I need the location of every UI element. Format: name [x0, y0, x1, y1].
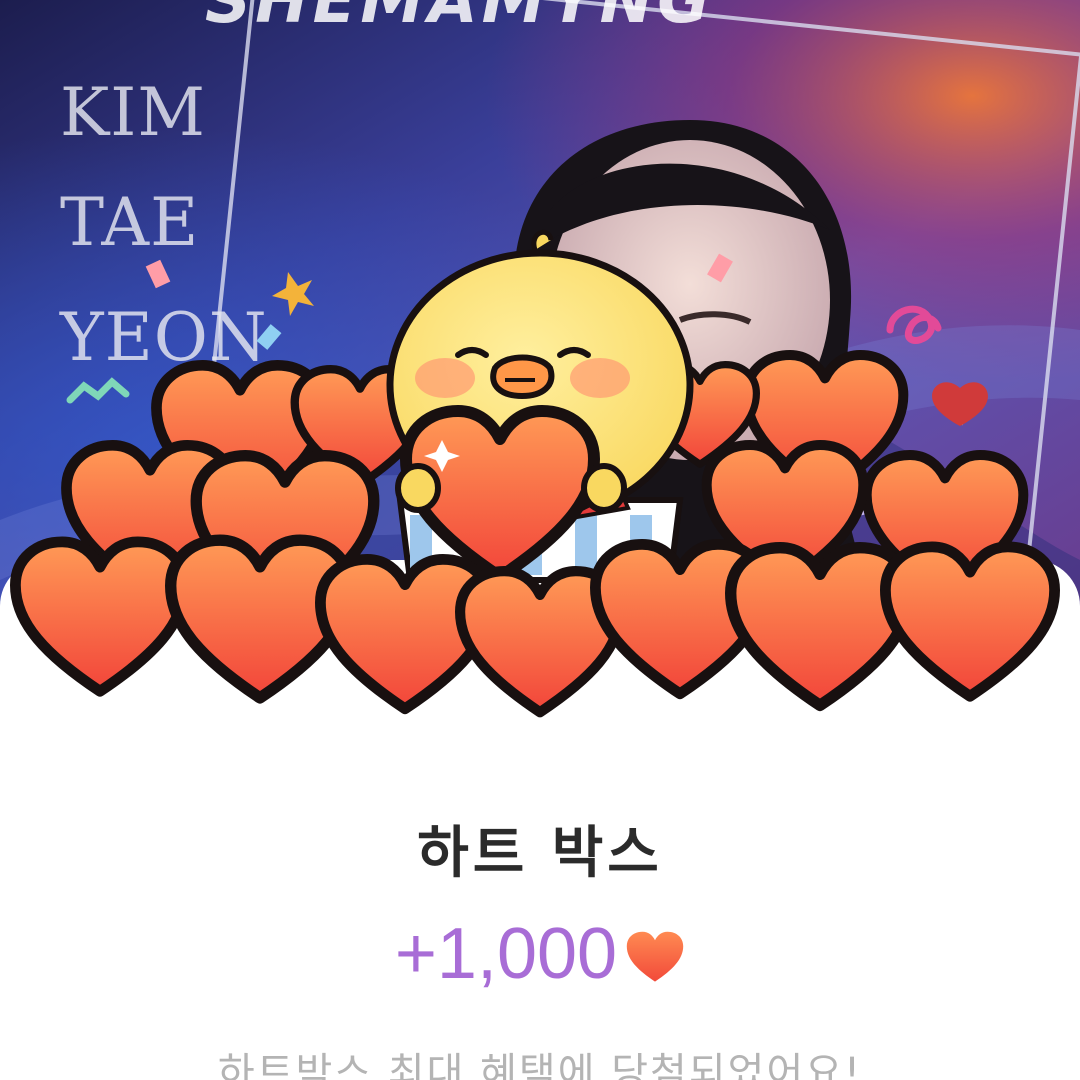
reward-title: 하트 박스 [417, 821, 663, 886]
reward-popup: SHEMAMYNG KIM TAE YEON 하트 박스 +1,000 하트박스… [0, 0, 1080, 1080]
heart-icon [626, 931, 684, 982]
reward-amount-row: +1,000 [0, 918, 1080, 990]
reward-description: 하트박스 최대 혜택에 당첨되었어요! [217, 1050, 863, 1080]
heart-box-illustration [0, 229, 1080, 760]
heart-shape [885, 547, 1054, 696]
heart-shape [15, 542, 184, 691]
reward-amount: +1,000 [394, 914, 618, 994]
heart-shape [731, 548, 910, 706]
